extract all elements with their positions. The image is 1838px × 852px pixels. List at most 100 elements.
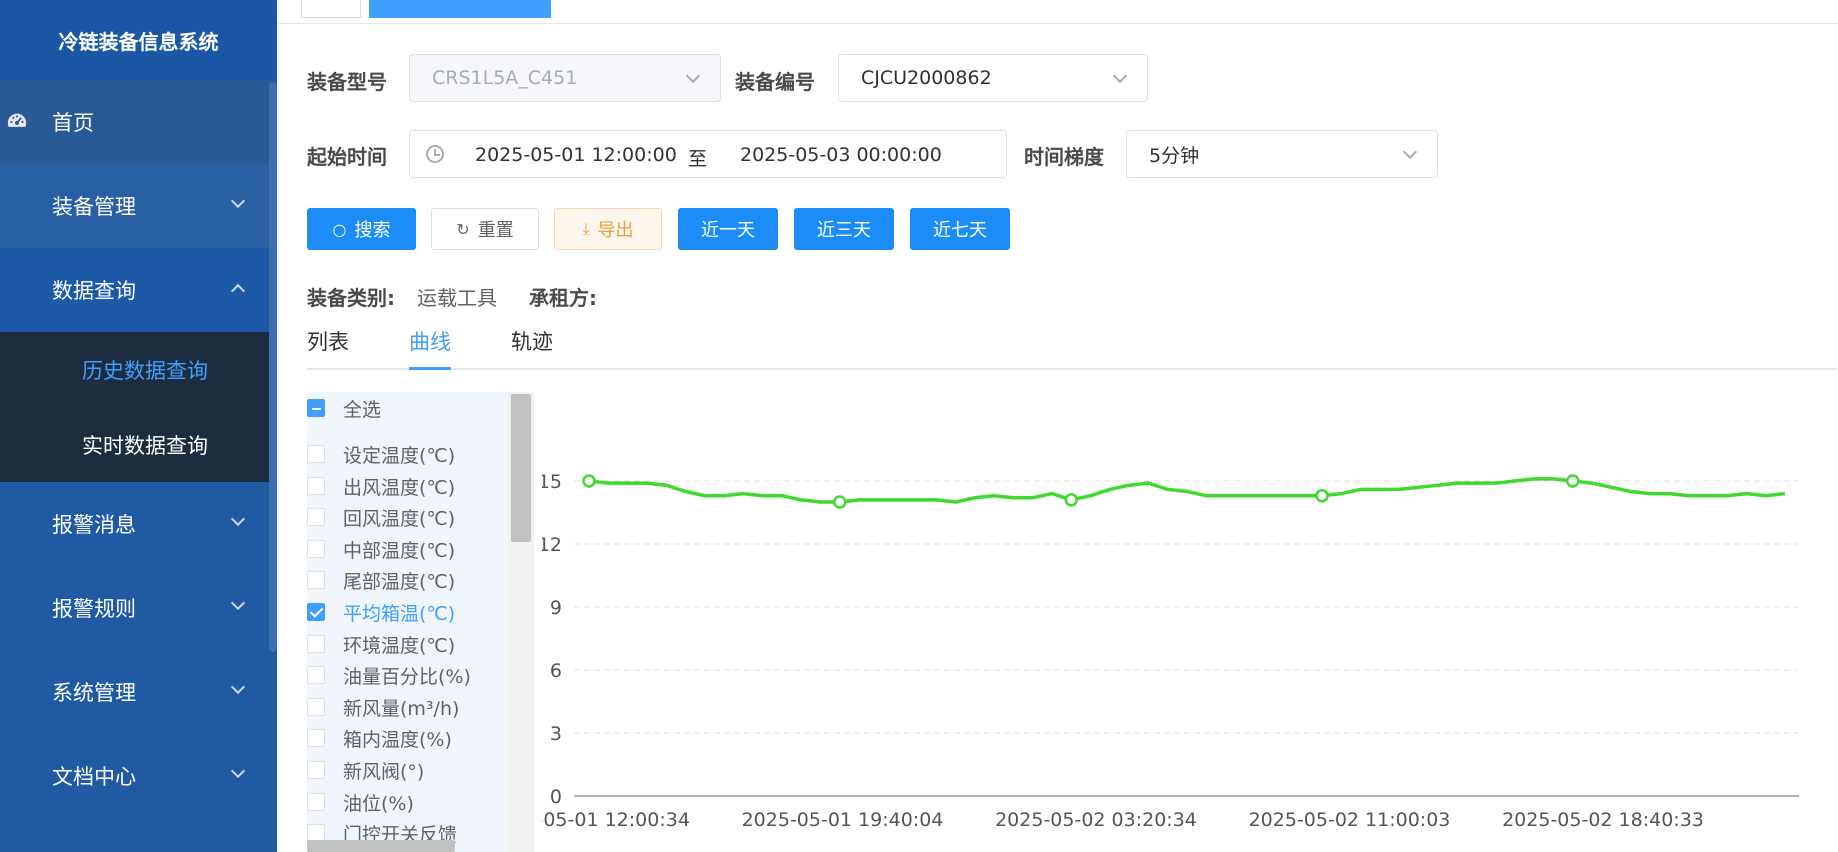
- search-button[interactable]: ○ 搜索: [307, 208, 416, 250]
- metric-checkbox[interactable]: 油量百分比(%): [307, 661, 471, 689]
- chevron-down-icon: [230, 763, 246, 779]
- code-select[interactable]: CJCU2000862: [838, 54, 1148, 102]
- y-tick-label: 6: [550, 660, 562, 682]
- checkbox-icon: [307, 477, 325, 495]
- chevron-down-icon: [230, 193, 246, 209]
- checklist-scroll-thumb[interactable]: [511, 394, 531, 542]
- range-separator: 至: [688, 148, 708, 170]
- last-seven-days-button[interactable]: 近七天: [910, 208, 1010, 250]
- sidebar-item-label: 首页: [52, 111, 94, 135]
- checklist-scrollbar[interactable]: [508, 392, 534, 852]
- metric-checkbox[interactable]: 尾部温度(℃): [307, 566, 455, 594]
- download-icon: ⤓: [582, 219, 590, 238]
- data-point: [582, 474, 596, 488]
- model-select[interactable]: CRS1L5A_C451: [409, 54, 721, 102]
- metric-checkbox[interactable]: 中部温度(℃): [307, 535, 455, 563]
- metric-checkbox-label: 新风量(m³/h): [343, 697, 460, 720]
- sidebar-item-data-query[interactable]: 数据查询: [0, 248, 277, 332]
- metric-checkbox[interactable]: 平均箱温(℃): [307, 598, 455, 626]
- metric-checkbox-label: 出风温度(℃): [343, 476, 456, 499]
- metric-checkbox-label: 新风阀(°): [343, 760, 425, 783]
- checkbox-checked-icon: [307, 603, 325, 621]
- code-label: 装备编号: [735, 70, 815, 94]
- search-button-label: 搜索: [354, 220, 391, 241]
- step-select[interactable]: 5分钟: [1126, 130, 1438, 178]
- code-value: CJCU2000862: [861, 67, 992, 89]
- y-tick-label: 15: [542, 471, 562, 493]
- metric-checkbox-label: 平均箱温(℃): [343, 602, 456, 625]
- submenu-data-query: 历史数据查询 实时数据查询: [0, 332, 277, 482]
- clock-icon: [426, 145, 444, 163]
- tag-history-query[interactable]: [369, 0, 551, 18]
- step-label: 时间梯度: [1024, 145, 1104, 169]
- y-tick-label: 9: [550, 597, 562, 619]
- series-line: [588, 477, 1786, 504]
- end-time-input[interactable]: 2025-05-03 00:00:00: [740, 144, 942, 166]
- metric-checkbox-label: 回风温度(℃): [343, 507, 456, 530]
- sidebar-item-alarm-rules[interactable]: 报警规则: [0, 566, 277, 650]
- sidebar-item-docs[interactable]: 文档中心: [0, 734, 277, 818]
- metric-checkbox[interactable]: 油位(%): [307, 788, 414, 816]
- metric-checkbox-label: 设定温度(℃): [343, 444, 456, 467]
- checkbox-icon: [307, 508, 325, 526]
- x-tick-label: 2025-05-02 11:00:03: [1249, 809, 1451, 831]
- refresh-icon: ↻: [456, 219, 470, 239]
- sidebar-item-realtime-query[interactable]: 实时数据查询: [0, 407, 277, 482]
- metric-checkbox-label: 环境温度(℃): [343, 634, 456, 657]
- dashboard-icon: [7, 113, 27, 127]
- checklist-horizontal-scrollbar[interactable]: [307, 840, 455, 852]
- chevron-up-icon: [230, 283, 246, 299]
- sidebar-item-label: 装备管理: [52, 195, 136, 219]
- sidebar-item-home[interactable]: 首页: [0, 80, 277, 164]
- metric-checkbox[interactable]: 箱内温度(%): [307, 724, 452, 752]
- checkbox-icon: [307, 761, 325, 779]
- temperature-chart: 0 3 6 9 12 15 2025-05-01 12:00:34 2025-05-01 19…: [542, 471, 1799, 831]
- category-value: 运载工具: [417, 286, 497, 310]
- sidebar-item-label: 报警规则: [52, 597, 136, 621]
- metric-checkbox[interactable]: 新风阀(°): [307, 756, 424, 784]
- checkbox-icon: [307, 793, 325, 811]
- step-value: 5分钟: [1149, 144, 1200, 167]
- chevron-down-icon: [230, 595, 246, 611]
- tag-home[interactable]: [301, 0, 361, 18]
- sidebar-scrollbar[interactable]: [269, 82, 277, 652]
- sidebar-item-alarm-messages[interactable]: 报警消息: [0, 482, 277, 566]
- tab-active-indicator: [409, 367, 451, 370]
- metric-checkbox[interactable]: 新风量(m³/h): [307, 693, 459, 721]
- sidebar-item-equipment[interactable]: 装备管理: [0, 164, 277, 248]
- metric-checkbox[interactable]: 环境温度(℃): [307, 630, 455, 658]
- chevron-down-icon: [230, 511, 246, 527]
- date-range-picker[interactable]: 2025-05-01 12:00:00 至 2025-05-03 00:00:0…: [409, 130, 1007, 178]
- last-day-button[interactable]: 近一天: [678, 208, 778, 250]
- metric-checkbox-label: 尾部温度(℃): [343, 570, 456, 593]
- data-point: [1566, 474, 1580, 488]
- x-tick-label: 2025-05-02 03:20:34: [995, 809, 1197, 831]
- export-button[interactable]: ⤓ 导出: [554, 208, 662, 250]
- y-tick-label: 12: [542, 534, 562, 556]
- checkbox-icon: [307, 698, 325, 716]
- tab-list[interactable]: 列表: [307, 326, 349, 356]
- tab-curve[interactable]: 曲线: [409, 326, 451, 356]
- checkbox-icon: [307, 635, 325, 653]
- last-three-days-button[interactable]: 近三天: [794, 208, 894, 250]
- sidebar-item-history-query[interactable]: 历史数据查询: [0, 332, 277, 407]
- select-all-checkbox[interactable]: 全选: [307, 394, 381, 422]
- metric-checkbox-label: 油位(%): [343, 792, 414, 815]
- sidebar-item-label: 文档中心: [52, 765, 136, 789]
- chevron-down-icon: [1402, 144, 1418, 160]
- chevron-down-icon: [685, 68, 701, 84]
- x-tick-label: 2025-05-01 19:40:04: [742, 809, 944, 831]
- sidebar-item-system[interactable]: 系统管理: [0, 650, 277, 734]
- tags-view: [277, 0, 1838, 24]
- start-time-input[interactable]: 2025-05-01 12:00:00: [475, 144, 677, 166]
- x-tick-label: 2025-05-02 18:40:33: [1502, 809, 1704, 831]
- sidebar-item-label: 报警消息: [52, 513, 136, 537]
- metric-checklist: 全选 设定温度(℃) 出风温度(℃) 回风温度(℃) 中部温度(℃) 尾部温度(℃) 平均…: [307, 392, 509, 852]
- metric-checkbox[interactable]: 回风温度(℃): [307, 503, 455, 531]
- main-content: 装备型号 CRS1L5A_C451 装备编号 CJCU2000862 起始时间 …: [277, 0, 1838, 852]
- tab-divider: [307, 368, 1837, 370]
- metric-checkbox[interactable]: 设定温度(℃): [307, 440, 455, 468]
- metric-checkbox[interactable]: 出风温度(℃): [307, 472, 455, 500]
- tab-track[interactable]: 轨迹: [511, 326, 553, 356]
- reset-button[interactable]: ↻ 重置: [431, 208, 539, 250]
